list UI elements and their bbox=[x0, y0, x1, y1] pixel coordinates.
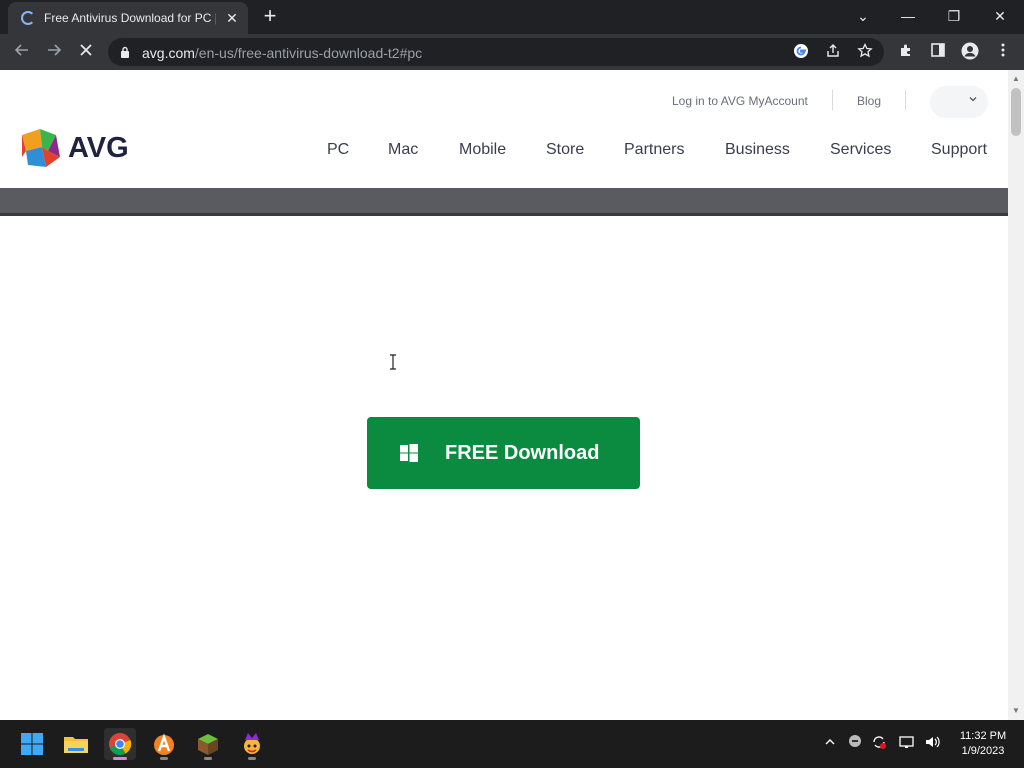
windows-logo-icon bbox=[400, 444, 418, 462]
stop-loading-button[interactable] bbox=[74, 40, 98, 64]
avg-logo-text: AVG bbox=[68, 132, 129, 164]
avg-logo[interactable]: AVG bbox=[20, 127, 129, 171]
page-scrollbar[interactable]: ▲ ▼ bbox=[1008, 70, 1024, 720]
login-link[interactable]: Log in to AVG MyAccount bbox=[672, 94, 808, 108]
close-window-button[interactable]: ✕ bbox=[980, 4, 1020, 28]
forward-arrow-icon bbox=[48, 44, 62, 56]
nav-partners[interactable]: Partners bbox=[624, 141, 684, 159]
nav-store[interactable]: Store bbox=[546, 141, 584, 159]
divider bbox=[905, 90, 906, 110]
divider bbox=[832, 90, 833, 110]
tray-sync-icon[interactable] bbox=[869, 734, 889, 754]
web-page: Log in to AVG MyAccount Blog AVG PC Mac … bbox=[0, 70, 1008, 720]
chrome-icon bbox=[109, 733, 132, 756]
stop-loading-icon bbox=[80, 44, 92, 56]
free-download-button[interactable]: FREE Download bbox=[367, 417, 640, 489]
side-panel-icon[interactable] bbox=[928, 42, 948, 62]
running-indicator bbox=[248, 757, 256, 760]
avg-logo-mark-icon bbox=[20, 127, 62, 169]
lock-icon[interactable] bbox=[120, 46, 130, 58]
new-tab-button[interactable]: + bbox=[258, 5, 282, 29]
clock-time: 11:32 PM bbox=[959, 730, 1007, 742]
tab-search-button[interactable]: ⌄ bbox=[843, 4, 883, 28]
free-download-label: FREE Download bbox=[445, 442, 600, 464]
nav-support[interactable]: Support bbox=[931, 141, 987, 159]
back-arrow-icon bbox=[14, 44, 28, 56]
minimize-button[interactable]: — bbox=[888, 4, 928, 28]
browser-tab-strip: Free Antivirus Download for PC | ✕ + ⌄ —… bbox=[0, 0, 1024, 34]
start-icon bbox=[21, 733, 43, 755]
hero-banner bbox=[0, 188, 1008, 216]
scroll-up-icon[interactable]: ▲ bbox=[1012, 74, 1020, 83]
nav-services[interactable]: Services bbox=[830, 141, 891, 159]
network-icon[interactable] bbox=[897, 734, 917, 754]
tab-close-icon[interactable]: ✕ bbox=[222, 8, 242, 28]
browser-menu-icon[interactable] bbox=[993, 42, 1013, 62]
back-button[interactable] bbox=[10, 40, 34, 64]
url-text[interactable]: avg.com/en-us/free-antivirus-download-t2… bbox=[142, 45, 422, 61]
google-lens-icon[interactable] bbox=[792, 43, 810, 61]
restore-button[interactable]: ❐ bbox=[934, 4, 974, 28]
chevron-down-icon bbox=[968, 94, 978, 107]
nav-business[interactable]: Business bbox=[725, 141, 790, 159]
language-selector[interactable] bbox=[930, 86, 988, 118]
text-cursor-icon bbox=[390, 354, 396, 370]
profile-icon[interactable] bbox=[960, 42, 980, 62]
taskbar-game[interactable] bbox=[236, 728, 268, 760]
taskbar-avast[interactable] bbox=[148, 728, 180, 760]
loading-spinner-icon bbox=[21, 11, 35, 25]
tray-overflow-chevron-icon[interactable] bbox=[820, 734, 840, 754]
nav-mac[interactable]: Mac bbox=[388, 141, 418, 159]
extensions-icon[interactable] bbox=[896, 42, 916, 62]
taskbar-file-explorer[interactable] bbox=[60, 728, 92, 760]
avast-icon bbox=[154, 733, 174, 755]
browser-toolbar: avg.com/en-us/free-antivirus-download-t2… bbox=[0, 34, 1024, 70]
taskbar-minecraft[interactable] bbox=[192, 728, 224, 760]
tab-title: Free Antivirus Download for PC | bbox=[44, 11, 216, 25]
browser-tab[interactable]: Free Antivirus Download for PC | ✕ bbox=[8, 2, 248, 34]
volume-icon[interactable] bbox=[922, 734, 942, 754]
tray-status-icon[interactable] bbox=[845, 734, 865, 754]
blog-link[interactable]: Blog bbox=[857, 94, 881, 108]
forward-button[interactable] bbox=[42, 40, 66, 64]
system-clock[interactable]: 11:32 PM 1/9/2023 bbox=[952, 729, 1014, 759]
bookmark-star-icon[interactable] bbox=[856, 42, 874, 61]
scroll-down-icon[interactable]: ▼ bbox=[1012, 706, 1020, 715]
start-button[interactable] bbox=[16, 728, 48, 760]
scrollbar-thumb[interactable] bbox=[1011, 88, 1021, 136]
windows-taskbar: 11:32 PM 1/9/2023 bbox=[0, 720, 1024, 768]
nav-pc[interactable]: PC bbox=[327, 141, 349, 159]
nav-mobile[interactable]: Mobile bbox=[459, 141, 506, 159]
game-icon bbox=[244, 733, 260, 754]
url-path: /en-us/free-antivirus-download-t2#pc bbox=[194, 45, 423, 61]
running-indicator bbox=[204, 757, 212, 760]
url-host: avg.com bbox=[142, 45, 195, 61]
share-icon[interactable] bbox=[824, 43, 842, 61]
file-explorer-icon bbox=[64, 737, 88, 753]
clock-date: 1/9/2023 bbox=[961, 745, 1005, 757]
minecraft-icon bbox=[198, 734, 218, 755]
running-indicator bbox=[160, 757, 168, 760]
active-indicator bbox=[113, 757, 127, 760]
address-bar[interactable]: avg.com/en-us/free-antivirus-download-t2… bbox=[108, 38, 884, 66]
taskbar-chrome[interactable] bbox=[104, 728, 136, 760]
